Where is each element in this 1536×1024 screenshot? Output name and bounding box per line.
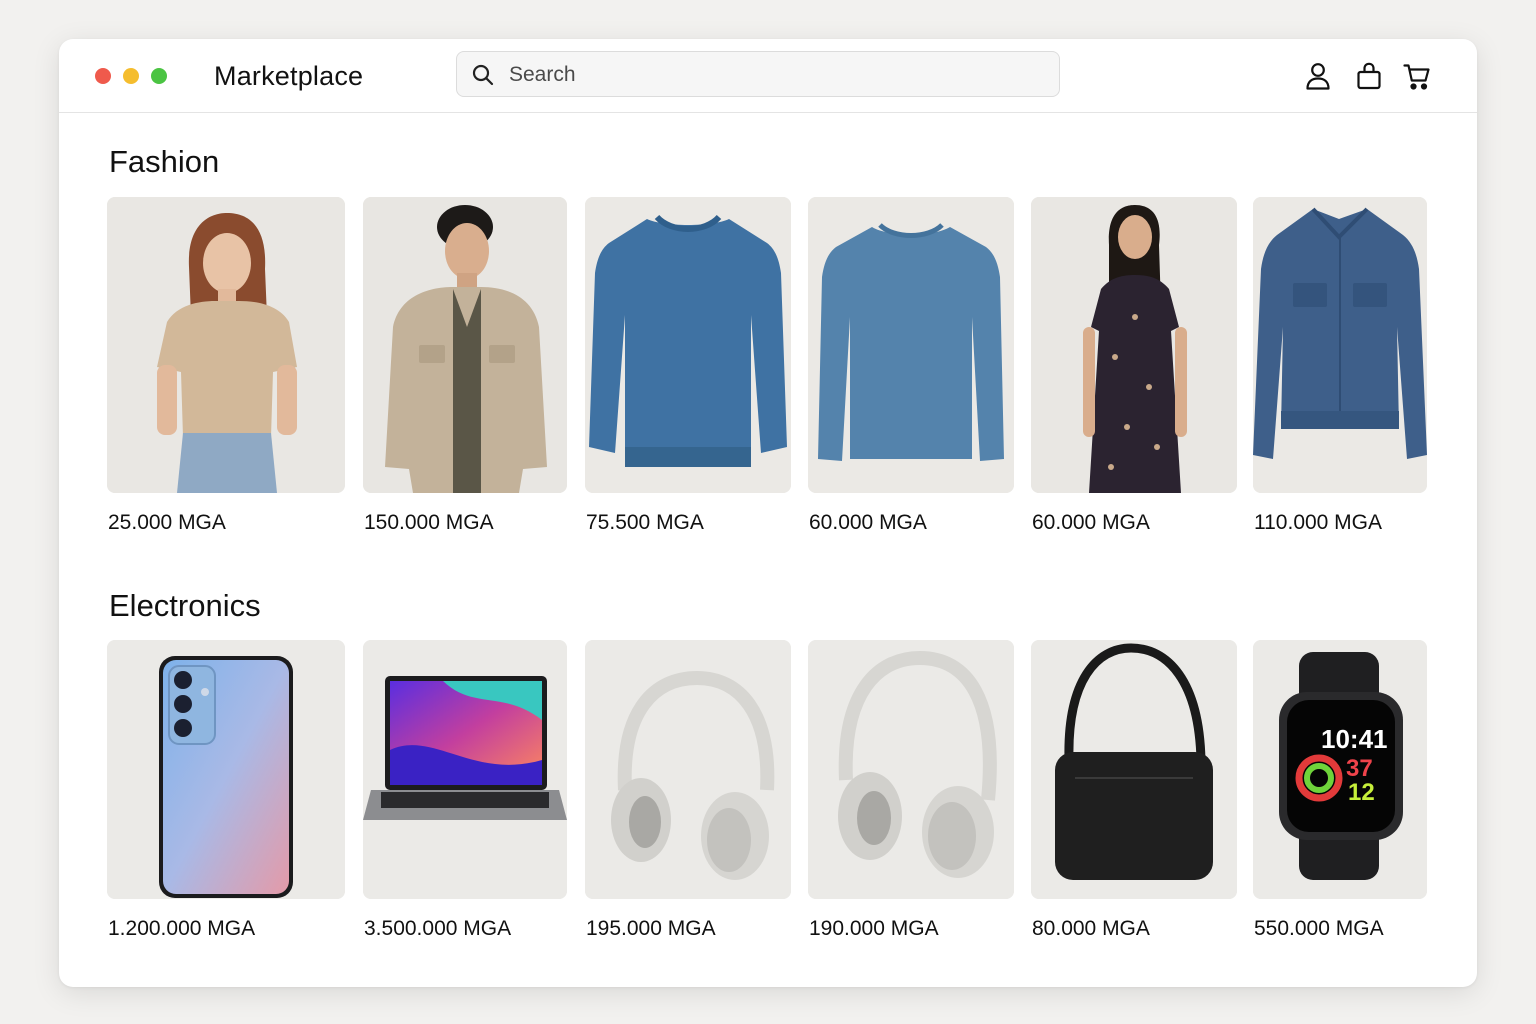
product-price: 110.000 MGA (1254, 511, 1383, 534)
product-price: 60.000 MGA (809, 511, 927, 534)
product-image-laptop[interactable] (363, 640, 567, 899)
product-image-denim-jacket[interactable] (1253, 197, 1427, 493)
product-price: 3.500.000 MGA (364, 917, 512, 940)
minimize-window-button[interactable] (123, 68, 139, 84)
product-card[interactable]: 25.000 MGA (107, 197, 345, 534)
search-input[interactable] (507, 52, 1051, 98)
product-image-beige-jacket[interactable] (363, 197, 567, 493)
product-price: 150.000 MGA (364, 511, 494, 534)
title-bar: Marketplace (59, 39, 1477, 113)
product-image-headphones-2[interactable] (808, 640, 1014, 899)
product-card[interactable]: 110.000 MGA (1253, 197, 1427, 534)
app-title: Marketplace (214, 61, 364, 91)
product-price: 195.000 MGA (586, 917, 716, 940)
product-price: 25.000 MGA (108, 511, 226, 534)
product-card[interactable]: 60.000 MGA (808, 197, 1014, 534)
search-icon[interactable] (471, 63, 495, 87)
product-image-floral-dress[interactable] (1031, 197, 1237, 493)
product-card[interactable]: 195.000 MGA (585, 640, 791, 940)
product-card[interactable]: 75.500 MGA (585, 197, 791, 534)
product-price: 190.000 MGA (809, 917, 939, 940)
zoom-window-button[interactable] (151, 68, 167, 84)
account-icon[interactable] (1304, 61, 1332, 91)
section-title-electronics: Electronics (109, 588, 261, 623)
product-image-blue-knit-sweater[interactable] (585, 197, 791, 493)
search-bar[interactable] (456, 51, 1060, 98)
watch-number: 37 (1346, 755, 1373, 782)
product-image-beige-tshirt[interactable] (107, 197, 345, 493)
cart-icon[interactable] (1403, 61, 1431, 91)
product-price: 80.000 MGA (1032, 917, 1150, 940)
watch-number: 12 (1348, 779, 1375, 806)
product-card[interactable]: 80.000 MGA (1031, 640, 1237, 940)
product-image-black-bag[interactable] (1031, 640, 1237, 899)
watch-time: 10:41 (1321, 724, 1388, 754)
product-image-smartwatch[interactable]: 10:41 37 12 (1253, 640, 1427, 899)
product-card[interactable]: 3.500.000 MGA (363, 640, 567, 940)
browser-window: Marketplace Fashion (59, 39, 1477, 987)
product-price: 75.500 MGA (586, 511, 704, 534)
product-price: 60.000 MGA (1032, 511, 1150, 534)
shopping-bag-icon[interactable] (1355, 61, 1383, 91)
product-image-blue-sweater[interactable] (808, 197, 1014, 493)
product-image-smartphone[interactable] (107, 640, 345, 899)
product-card[interactable]: 60.000 MGA (1031, 197, 1237, 534)
product-card[interactable]: 190.000 MGA (808, 640, 1014, 940)
close-window-button[interactable] (95, 68, 111, 84)
product-price: 1.200.000 MGA (108, 917, 256, 940)
product-card[interactable]: 1.200.000 MGA (107, 640, 345, 940)
product-card[interactable]: 10:41 37 12 550.000 MGA (1253, 640, 1427, 940)
product-price: 550.000 MGA (1254, 917, 1384, 940)
section-title-fashion: Fashion (109, 144, 220, 179)
product-image-headphones-1[interactable] (585, 640, 791, 899)
product-card[interactable]: 150.000 MGA (363, 197, 567, 534)
